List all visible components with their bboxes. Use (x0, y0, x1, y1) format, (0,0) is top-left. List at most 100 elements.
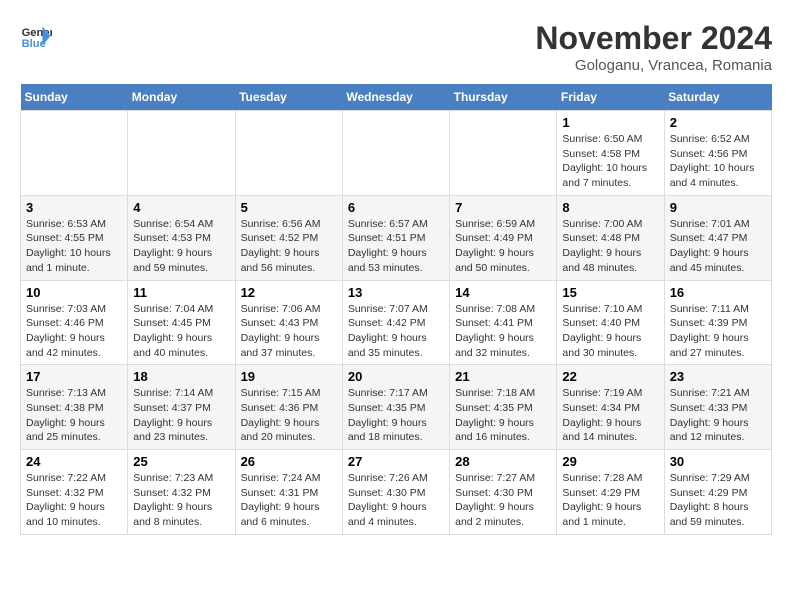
day-number: 5 (241, 200, 337, 215)
calendar-cell: 23 Sunrise: 7:21 AM Sunset: 4:33 PM Dayli… (664, 365, 771, 450)
day-number: 21 (455, 369, 551, 384)
calendar-cell: 30 Sunrise: 7:29 AM Sunset: 4:29 PM Dayli… (664, 450, 771, 535)
calendar-week-row: 17 Sunrise: 7:13 AM Sunset: 4:38 PM Dayli… (21, 365, 772, 450)
day-number: 27 (348, 454, 444, 469)
day-info: Sunrise: 6:57 AM Sunset: 4:51 PM Dayligh… (348, 217, 444, 276)
day-info: Sunrise: 7:29 AM Sunset: 4:29 PM Dayligh… (670, 471, 766, 530)
calendar-cell: 20 Sunrise: 7:17 AM Sunset: 4:35 PM Dayli… (342, 365, 449, 450)
day-info: Sunrise: 7:08 AM Sunset: 4:41 PM Dayligh… (455, 302, 551, 361)
day-number: 30 (670, 454, 766, 469)
day-number: 16 (670, 285, 766, 300)
day-info: Sunrise: 7:27 AM Sunset: 4:30 PM Dayligh… (455, 471, 551, 530)
day-number: 28 (455, 454, 551, 469)
calendar-cell: 21 Sunrise: 7:18 AM Sunset: 4:35 PM Dayli… (450, 365, 557, 450)
day-info: Sunrise: 6:56 AM Sunset: 4:52 PM Dayligh… (241, 217, 337, 276)
calendar-cell: 24 Sunrise: 7:22 AM Sunset: 4:32 PM Dayli… (21, 450, 128, 535)
day-number: 20 (348, 369, 444, 384)
calendar-cell (21, 111, 128, 196)
day-number: 4 (133, 200, 229, 215)
day-info: Sunrise: 7:17 AM Sunset: 4:35 PM Dayligh… (348, 386, 444, 445)
title-block: November 2024 Gologanu, Vrancea, Romania (535, 20, 772, 74)
month-title: November 2024 (535, 20, 772, 57)
calendar-cell: 6 Sunrise: 6:57 AM Sunset: 4:51 PM Daylig… (342, 195, 449, 280)
calendar-cell: 22Sunrise: 7:19 AM Sunset: 4:34 PM Dayli… (557, 365, 664, 450)
calendar-cell (128, 111, 235, 196)
calendar-week-row: 24 Sunrise: 7:22 AM Sunset: 4:32 PM Dayli… (21, 450, 772, 535)
day-info: Sunrise: 7:22 AM Sunset: 4:32 PM Dayligh… (26, 471, 122, 530)
weekday-header-row: SundayMondayTuesdayWednesdayThursdayFrid… (21, 84, 772, 111)
day-number: 23 (670, 369, 766, 384)
calendar-cell: 14Sunrise: 7:08 AM Sunset: 4:41 PM Dayli… (450, 280, 557, 365)
day-number: 22 (562, 369, 658, 384)
day-info: Sunrise: 7:10 AM Sunset: 4:40 PM Dayligh… (562, 302, 658, 361)
day-number: 6 (348, 200, 444, 215)
calendar-cell: 9 Sunrise: 7:01 AM Sunset: 4:47 PM Daylig… (664, 195, 771, 280)
calendar-cell: 4Sunrise: 6:54 AM Sunset: 4:53 PM Daylig… (128, 195, 235, 280)
calendar-cell: 29 Sunrise: 7:28 AM Sunset: 4:29 PM Dayli… (557, 450, 664, 535)
calendar-week-row: 1Sunrise: 6:50 AM Sunset: 4:58 PM Daylig… (21, 111, 772, 196)
calendar-cell: 3 Sunrise: 6:53 AM Sunset: 4:55 PM Daylig… (21, 195, 128, 280)
day-info: Sunrise: 7:21 AM Sunset: 4:33 PM Dayligh… (670, 386, 766, 445)
weekday-header-cell: Saturday (664, 84, 771, 111)
day-info: Sunrise: 6:59 AM Sunset: 4:49 PM Dayligh… (455, 217, 551, 276)
calendar-cell: 27Sunrise: 7:26 AM Sunset: 4:30 PM Dayli… (342, 450, 449, 535)
day-number: 3 (26, 200, 122, 215)
calendar-cell: 10Sunrise: 7:03 AM Sunset: 4:46 PM Dayli… (21, 280, 128, 365)
weekday-header-cell: Tuesday (235, 84, 342, 111)
weekday-header-cell: Wednesday (342, 84, 449, 111)
calendar-cell: 7Sunrise: 6:59 AM Sunset: 4:49 PM Daylig… (450, 195, 557, 280)
svg-text:Blue: Blue (22, 38, 46, 50)
day-number: 29 (562, 454, 658, 469)
calendar-table: SundayMondayTuesdayWednesdayThursdayFrid… (20, 84, 772, 535)
calendar-week-row: 10Sunrise: 7:03 AM Sunset: 4:46 PM Dayli… (21, 280, 772, 365)
calendar-cell: 16 Sunrise: 7:11 AM Sunset: 4:39 PM Dayli… (664, 280, 771, 365)
day-info: Sunrise: 6:50 AM Sunset: 4:58 PM Dayligh… (562, 132, 658, 191)
day-info: Sunrise: 7:18 AM Sunset: 4:35 PM Dayligh… (455, 386, 551, 445)
day-number: 26 (241, 454, 337, 469)
weekday-header-cell: Sunday (21, 84, 128, 111)
calendar-cell: 1Sunrise: 6:50 AM Sunset: 4:58 PM Daylig… (557, 111, 664, 196)
calendar-cell: 2 Sunrise: 6:52 AM Sunset: 4:56 PM Daylig… (664, 111, 771, 196)
day-number: 9 (670, 200, 766, 215)
day-info: Sunrise: 7:23 AM Sunset: 4:32 PM Dayligh… (133, 471, 229, 530)
day-number: 11 (133, 285, 229, 300)
day-info: Sunrise: 6:52 AM Sunset: 4:56 PM Dayligh… (670, 132, 766, 191)
page-header: General Blue November 2024 Gologanu, Vra… (20, 20, 772, 74)
day-info: Sunrise: 7:13 AM Sunset: 4:38 PM Dayligh… (26, 386, 122, 445)
calendar-cell (342, 111, 449, 196)
calendar-cell: 18 Sunrise: 7:14 AM Sunset: 4:37 PM Dayli… (128, 365, 235, 450)
day-info: Sunrise: 7:01 AM Sunset: 4:47 PM Dayligh… (670, 217, 766, 276)
day-info: Sunrise: 7:04 AM Sunset: 4:45 PM Dayligh… (133, 302, 229, 361)
day-info: Sunrise: 7:06 AM Sunset: 4:43 PM Dayligh… (241, 302, 337, 361)
calendar-week-row: 3 Sunrise: 6:53 AM Sunset: 4:55 PM Daylig… (21, 195, 772, 280)
day-info: Sunrise: 7:11 AM Sunset: 4:39 PM Dayligh… (670, 302, 766, 361)
calendar-cell: 8 Sunrise: 7:00 AM Sunset: 4:48 PM Daylig… (557, 195, 664, 280)
day-info: Sunrise: 7:07 AM Sunset: 4:42 PM Dayligh… (348, 302, 444, 361)
calendar-cell: 13 Sunrise: 7:07 AM Sunset: 4:42 PM Dayli… (342, 280, 449, 365)
calendar-cell: 15Sunrise: 7:10 AM Sunset: 4:40 PM Dayli… (557, 280, 664, 365)
weekday-header-cell: Monday (128, 84, 235, 111)
day-info: Sunrise: 7:14 AM Sunset: 4:37 PM Dayligh… (133, 386, 229, 445)
weekday-header-cell: Thursday (450, 84, 557, 111)
calendar-cell: 11 Sunrise: 7:04 AM Sunset: 4:45 PM Dayli… (128, 280, 235, 365)
day-info: Sunrise: 7:00 AM Sunset: 4:48 PM Dayligh… (562, 217, 658, 276)
day-number: 13 (348, 285, 444, 300)
day-number: 19 (241, 369, 337, 384)
logo-icon: General Blue (20, 20, 52, 52)
day-number: 8 (562, 200, 658, 215)
day-info: Sunrise: 7:28 AM Sunset: 4:29 PM Dayligh… (562, 471, 658, 530)
day-number: 17 (26, 369, 122, 384)
day-number: 24 (26, 454, 122, 469)
calendar-cell: 5 Sunrise: 6:56 AM Sunset: 4:52 PM Daylig… (235, 195, 342, 280)
day-info: Sunrise: 7:24 AM Sunset: 4:31 PM Dayligh… (241, 471, 337, 530)
day-number: 2 (670, 115, 766, 130)
calendar-cell: 19Sunrise: 7:15 AM Sunset: 4:36 PM Dayli… (235, 365, 342, 450)
calendar-cell: 17 Sunrise: 7:13 AM Sunset: 4:38 PM Dayli… (21, 365, 128, 450)
logo: General Blue (20, 20, 52, 52)
calendar-cell: 28 Sunrise: 7:27 AM Sunset: 4:30 PM Dayli… (450, 450, 557, 535)
day-number: 10 (26, 285, 122, 300)
calendar-cell (235, 111, 342, 196)
weekday-header-cell: Friday (557, 84, 664, 111)
day-info: Sunrise: 6:53 AM Sunset: 4:55 PM Dayligh… (26, 217, 122, 276)
day-number: 18 (133, 369, 229, 384)
